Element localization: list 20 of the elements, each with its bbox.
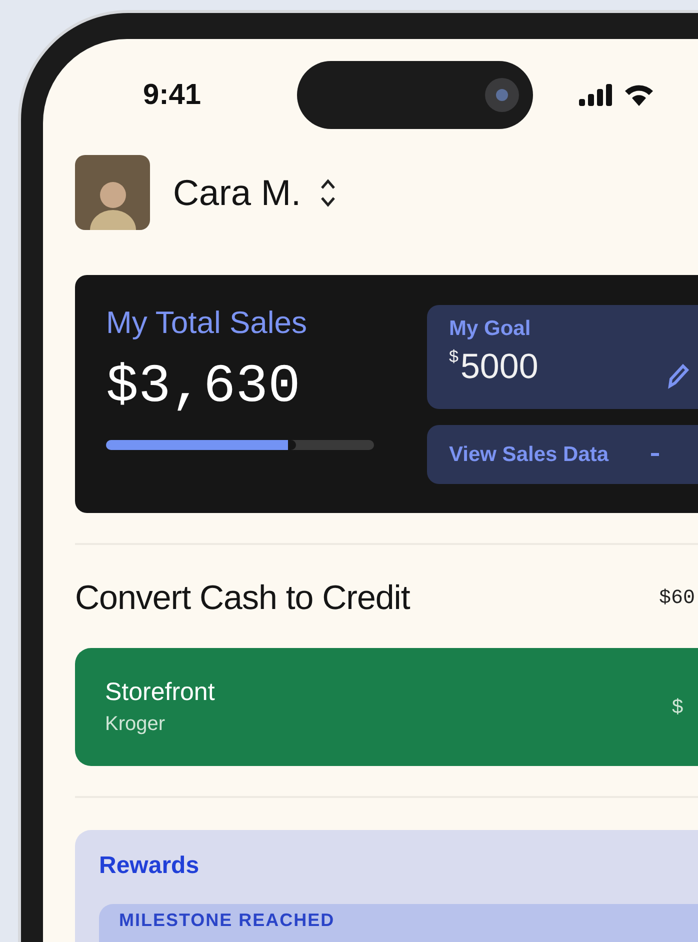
pencil-icon[interactable] [667, 363, 689, 389]
section-title: Convert Cash to Credit [75, 579, 410, 618]
sales-amount: $3,630 [106, 357, 302, 418]
milestone-banner: MILESTONE REACHED [99, 904, 698, 942]
goal-amount: 5000 [460, 347, 538, 387]
view-sales-data-button[interactable]: View Sales Data [427, 425, 698, 484]
option-store: Kroger [105, 713, 166, 736]
cash-amount: $60 [658, 587, 695, 610]
sales-title: My Total Sales [106, 305, 308, 341]
goal-currency: $ [449, 347, 458, 368]
camera-icon [485, 78, 519, 112]
option-price: $ [672, 696, 684, 718]
storefront-option[interactable]: Storefront Kroger $ [75, 648, 698, 766]
goal-label: My Goal [449, 317, 532, 341]
wifi-icon [623, 83, 655, 107]
option-name: Storefront [105, 678, 216, 707]
profile-name[interactable]: Cara M. [173, 172, 302, 214]
rewards-title: Rewards [99, 852, 200, 880]
signal-icon [579, 84, 615, 106]
status-time: 9:41 [143, 78, 202, 112]
